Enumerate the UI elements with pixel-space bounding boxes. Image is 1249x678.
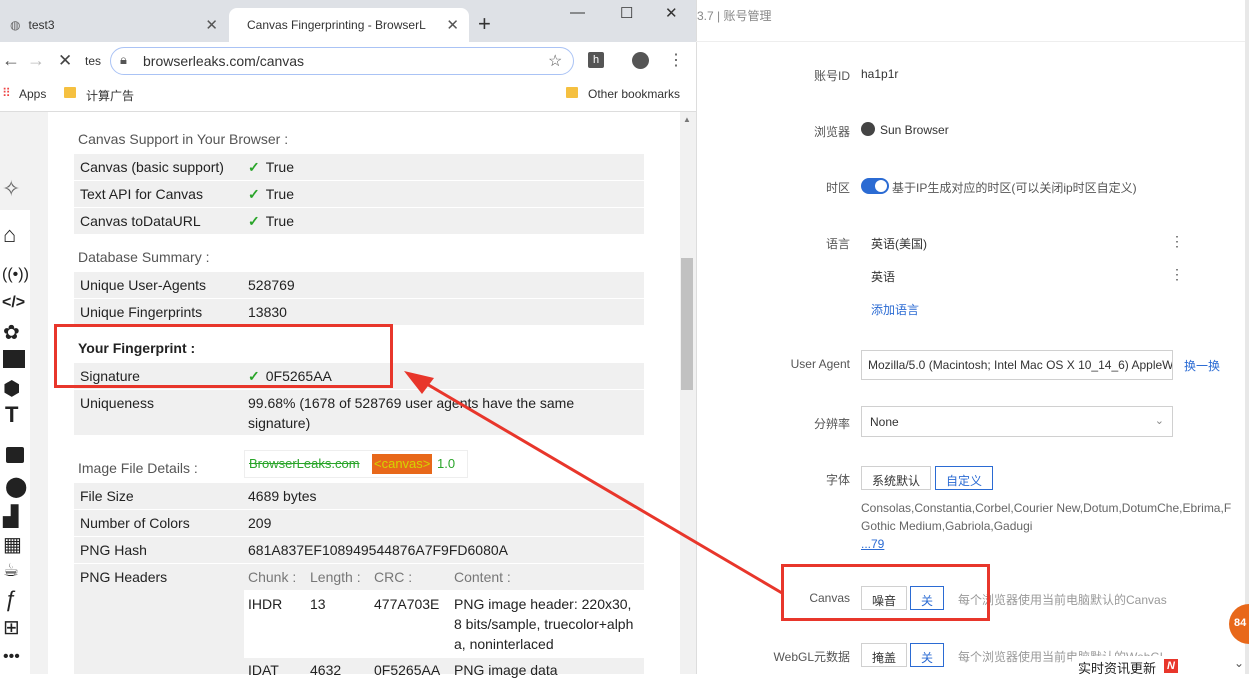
- annotation-arrow: [404, 371, 783, 595]
- arrow-line: [419, 378, 783, 595]
- arrow-head: [404, 371, 434, 394]
